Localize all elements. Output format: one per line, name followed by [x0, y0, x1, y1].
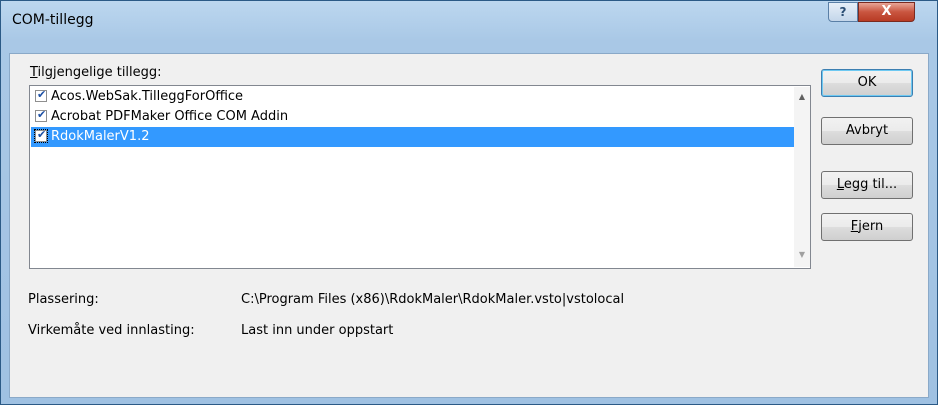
checkmark-icon: ✔ [37, 108, 47, 121]
list-item[interactable]: ✔ Acrobat PDFMaker Office COM Addin [31, 107, 794, 127]
close-button[interactable]: X [858, 2, 915, 22]
addin-checkbox[interactable]: ✔ [34, 128, 48, 143]
add-button[interactable]: Legg til... [821, 171, 913, 199]
dialog-body: Tilgjengelige tillegg: ✔ Acos.WebSak.Till… [9, 53, 929, 398]
ok-button[interactable]: OK [821, 69, 913, 97]
scroll-up-arrow-icon[interactable]: ▲ [794, 89, 810, 105]
list-item[interactable]: ✔ RdokMalerV1.2 [31, 127, 794, 147]
window-title: COM-tillegg [12, 12, 94, 28]
list-item[interactable]: ✔ Acos.WebSak.TilleggForOffice [31, 87, 794, 107]
load-behavior-value: Last inn under oppstart [241, 323, 394, 338]
addin-checkbox[interactable]: ✔ [35, 88, 47, 102]
vertical-scrollbar[interactable]: ▲ ▼ [794, 87, 810, 267]
available-addins-label: Tilgjengelige tillegg: [30, 65, 162, 80]
location-value: C:\Program Files (x86)\RdokMaler\RdokMal… [241, 292, 625, 307]
addin-checkbox[interactable]: ✔ [35, 108, 47, 122]
addins-listbox[interactable]: ✔ Acos.WebSak.TilleggForOffice ✔ Acrobat P… [29, 85, 811, 269]
checkmark-icon: ✔ [37, 128, 47, 141]
load-behavior-label: Virkemåte ved innlasting: [28, 323, 195, 338]
location-label: Plassering: [28, 292, 99, 307]
cancel-button[interactable]: Avbryt [821, 117, 913, 145]
remove-button[interactable]: Fjern [821, 213, 913, 241]
help-button[interactable]: ? [828, 2, 858, 22]
title-bar[interactable]: COM-tillegg ? X [1, 1, 937, 35]
addin-name: RdokMalerV1.2 [51, 129, 150, 144]
addin-name: Acos.WebSak.TilleggForOffice [51, 89, 244, 104]
com-addins-dialog: COM-tillegg ? X Tilgjengelige tillegg: ✔… [0, 0, 938, 405]
scroll-down-arrow-icon[interactable]: ▼ [794, 247, 810, 263]
checkmark-icon: ✔ [37, 88, 47, 101]
addin-name: Acrobat PDFMaker Office COM Addin [51, 109, 289, 124]
